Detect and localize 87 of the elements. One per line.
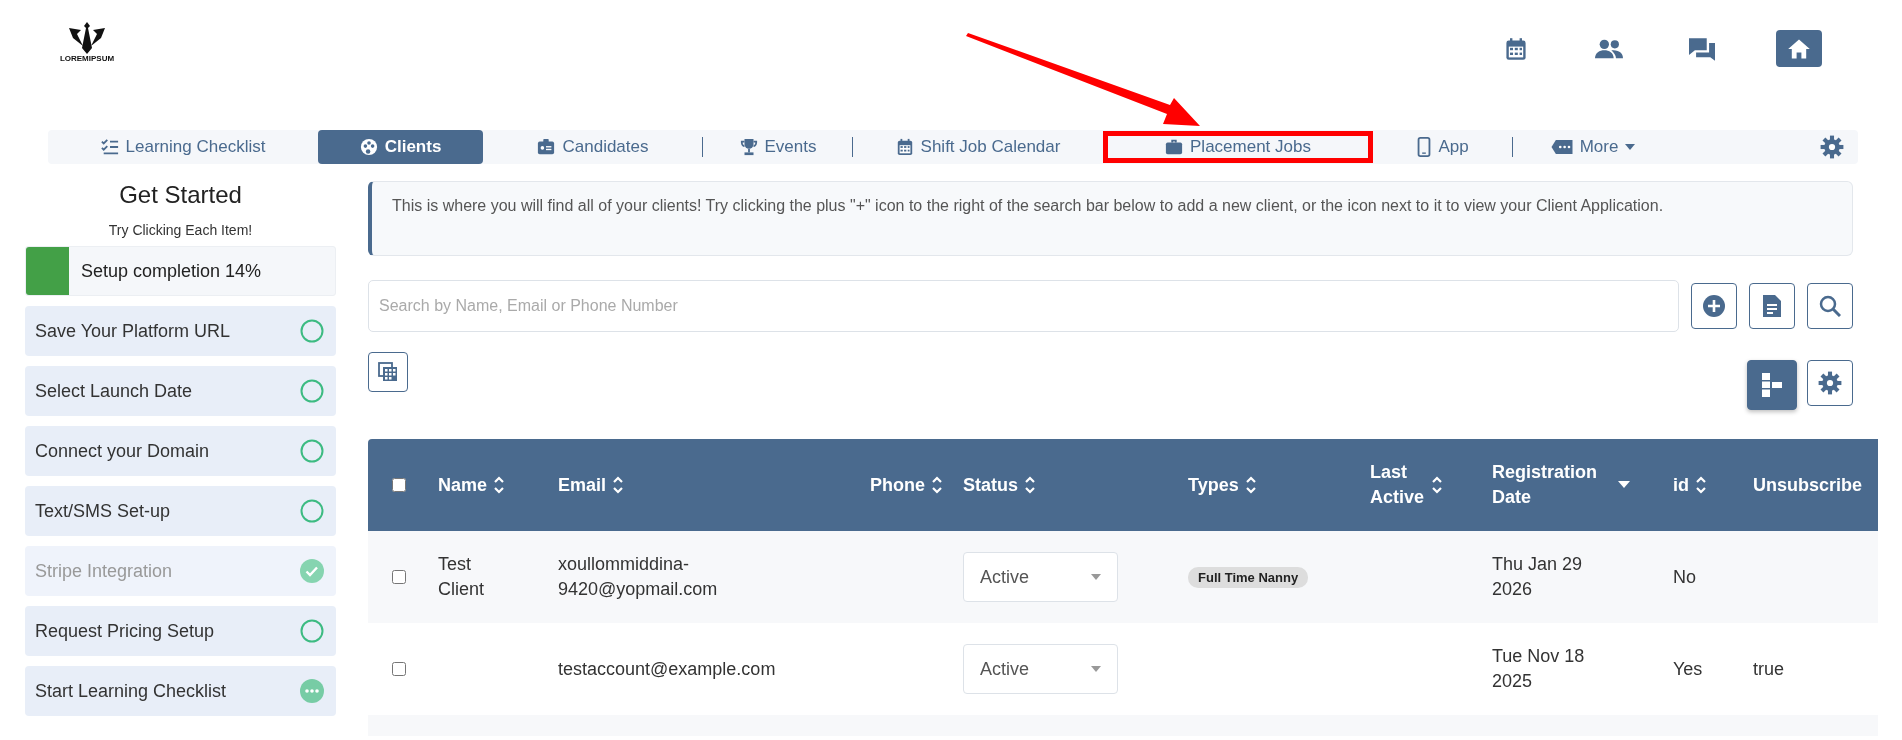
add-button[interactable] [1691, 283, 1737, 329]
type-tag: Full Time Nanny [1188, 567, 1309, 588]
sort-icon[interactable] [1431, 475, 1443, 495]
sort-icon[interactable] [931, 475, 943, 495]
table-cell: true [1753, 658, 1785, 679]
hierarchy-icon [1761, 372, 1783, 398]
search-icon [1819, 295, 1841, 317]
status-dropdown[interactable]: Active [963, 644, 1118, 694]
caret-icon [1091, 574, 1101, 580]
settings-button[interactable] [1807, 360, 1853, 406]
empty-circle-icon [300, 439, 324, 463]
nav-tab[interactable]: Candidates [483, 130, 703, 164]
column-header[interactable]: Status [963, 472, 1018, 498]
sort-icon[interactable] [612, 475, 625, 495]
plus-circle-icon [1702, 294, 1726, 318]
sort-icon[interactable] [1244, 475, 1257, 495]
settings-icon [1820, 135, 1844, 159]
table-cell: No [1673, 566, 1696, 587]
check-circle-icon [300, 559, 324, 583]
chat-icon [1688, 36, 1715, 61]
id-badge-icon [537, 138, 556, 156]
nav-tab[interactable]: Shift Job Calendar [853, 130, 1103, 164]
palette-icon [359, 138, 378, 156]
row-checkbox[interactable] [392, 570, 406, 584]
table-cell: Yes [1673, 658, 1703, 679]
column-header[interactable]: Phone [870, 472, 925, 498]
document-icon [1762, 294, 1782, 318]
settings-icon [1818, 371, 1842, 395]
checklist-item[interactable]: Text/SMS Set-up [25, 486, 336, 536]
checklist-item[interactable]: Save Your Platform URL [25, 306, 336, 356]
nav-tab[interactable]: Clients [318, 130, 483, 164]
checklist-item[interactable]: Start Learning Checklist [25, 666, 336, 716]
column-header[interactable]: Unsubscribe [1753, 472, 1863, 498]
sort-icon[interactable] [1024, 475, 1036, 495]
logo-icon [67, 22, 107, 54]
search-button[interactable] [1807, 283, 1853, 329]
empty-circle-icon [300, 379, 324, 403]
more-dots-icon [300, 679, 324, 703]
column-header[interactable]: Name [438, 472, 488, 498]
sort-icon[interactable] [493, 475, 506, 495]
sort-descending-icon[interactable] [1618, 481, 1630, 489]
application-button[interactable] [1749, 283, 1795, 329]
table-cell: Test Client [438, 554, 485, 599]
search-field[interactable]: Search by Name, Email or Phone Number [368, 280, 1679, 332]
briefcase-icon [1165, 138, 1183, 156]
column-header[interactable]: Last Active [1370, 460, 1425, 510]
empty-circle-icon [300, 619, 324, 643]
empty-circle-icon [300, 499, 324, 523]
caret-icon [1625, 144, 1636, 150]
sidebar-title: Get Started [118, 181, 243, 209]
caret-icon [1091, 666, 1101, 672]
column-header[interactable]: id [1673, 472, 1689, 498]
sidebar-subtitle: Try Clicking Each Item! [107, 222, 254, 238]
columns-button[interactable] [1747, 360, 1797, 410]
sort-icon[interactable] [1695, 475, 1707, 495]
settings-button[interactable] [1820, 135, 1844, 159]
table-cell: Tue Nov 18 2025 [1492, 646, 1585, 691]
nav-tab[interactable]: Events [703, 130, 853, 164]
checklist-icon [100, 138, 119, 156]
table-cell: Thu Jan 29 2026 [1492, 554, 1583, 599]
column-header[interactable]: Registration Date [1492, 460, 1612, 510]
home-button[interactable] [1776, 30, 1822, 67]
phone-icon [1417, 137, 1432, 157]
checklist-item[interactable]: Request Pricing Setup [25, 606, 336, 656]
progress-label: Setup completion 14% [81, 260, 262, 282]
table-cell: testaccount@example.com [558, 658, 776, 679]
checklist-item[interactable]: Connect your Domain [25, 426, 336, 476]
empty-circle-icon [300, 319, 324, 343]
select-all-checkbox[interactable] [392, 478, 406, 492]
calculator-icon [378, 362, 398, 382]
logo-text: LOREMIPSUM [59, 54, 115, 63]
info-message: This is where you will find all of your clients! Try clicking the plus "+" icon to the right of the search bar below to add a new client, or the icon next to it to view your Client Application. [368, 181, 1853, 256]
nav-tab[interactable]: More [1513, 130, 1673, 164]
nav-tab[interactable]: Learning Checklist [48, 130, 318, 164]
nav-tab[interactable]: Placement Jobs [1103, 131, 1373, 163]
nav-tab[interactable]: App [1373, 130, 1513, 164]
table-cell: xoullommiddina-9420@yopmail.com [558, 554, 718, 599]
export-button[interactable] [368, 352, 408, 392]
row-checkbox[interactable] [392, 662, 406, 676]
calendar-icon [895, 138, 914, 156]
column-header[interactable]: Types [1188, 472, 1239, 498]
tag-icon [1550, 140, 1573, 154]
calendar-icon [1503, 36, 1528, 61]
trophy-icon [739, 138, 758, 156]
checklist-item[interactable]: Select Launch Date [25, 366, 336, 416]
column-header[interactable]: Email [558, 472, 607, 498]
status-dropdown[interactable]: Active [963, 552, 1118, 602]
